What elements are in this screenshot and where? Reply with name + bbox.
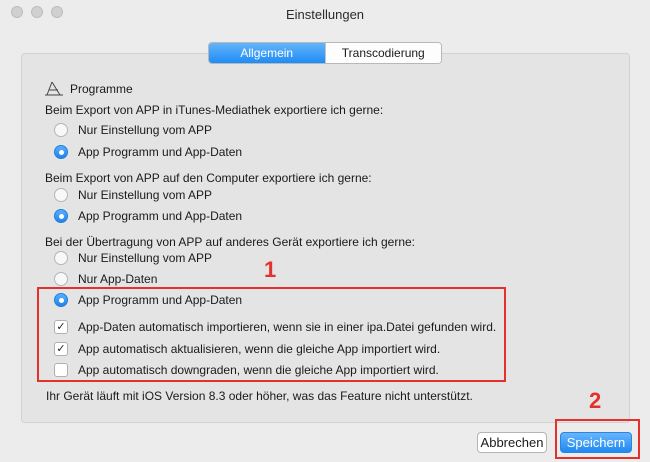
radio-button[interactable] bbox=[54, 188, 68, 202]
tab-transcodierung[interactable]: Transcodierung bbox=[324, 43, 441, 63]
annotation-box-1 bbox=[37, 287, 506, 382]
ios-version-note: Ihr Gerät läuft mit iOS Version 8.3 oder… bbox=[46, 389, 473, 403]
radio-button[interactable] bbox=[54, 209, 68, 223]
section-title: Programme bbox=[70, 82, 133, 96]
radio-option[interactable]: Nur Einstellung vom APP bbox=[54, 123, 212, 137]
annotation-number-2: 2 bbox=[589, 388, 602, 413]
window-title: Einstellungen bbox=[285, 7, 365, 22]
radio-label: Nur Einstellung vom APP bbox=[78, 251, 213, 265]
radio-label: App Programm und App-Daten bbox=[78, 145, 243, 159]
radio-button[interactable] bbox=[54, 123, 68, 137]
annotation-number-1: 1 bbox=[264, 257, 277, 282]
radio-button[interactable] bbox=[54, 272, 68, 286]
group-heading-computer: Beim Export von APP auf den Computer exp… bbox=[45, 171, 372, 185]
radio-button[interactable] bbox=[54, 145, 68, 159]
radio-option[interactable]: Nur Einstellung vom APP bbox=[54, 251, 212, 265]
title-bar: Einstellungen bbox=[0, 0, 650, 30]
radio-option[interactable]: Nur Einstellung vom APP bbox=[54, 188, 212, 202]
section-header: Programme bbox=[44, 81, 133, 97]
group-heading-device: Bei der Übertragung von APP auf anderes … bbox=[45, 235, 416, 249]
radio-option[interactable]: App Programm und App-Daten bbox=[54, 145, 242, 159]
app-store-icon bbox=[44, 81, 64, 97]
radio-label: App Programm und App-Daten bbox=[78, 209, 243, 223]
cancel-button[interactable]: Abbrechen bbox=[477, 432, 547, 453]
radio-option[interactable]: Nur App-Daten bbox=[54, 272, 157, 286]
radio-label: Nur Einstellung vom APP bbox=[78, 123, 213, 137]
group-heading-itunes: Beim Export von APP in iTunes-Mediathek … bbox=[45, 103, 384, 117]
save-button[interactable]: Speichern bbox=[560, 432, 632, 453]
radio-button[interactable] bbox=[54, 251, 68, 265]
radio-label: Nur App-Daten bbox=[78, 272, 158, 286]
radio-option[interactable]: App Programm und App-Daten bbox=[54, 209, 242, 223]
radio-label: Nur Einstellung vom APP bbox=[78, 188, 213, 202]
tab-allgemein[interactable]: Allgemein bbox=[209, 43, 325, 63]
tab-bar: Allgemein Transcodierung bbox=[208, 42, 442, 64]
